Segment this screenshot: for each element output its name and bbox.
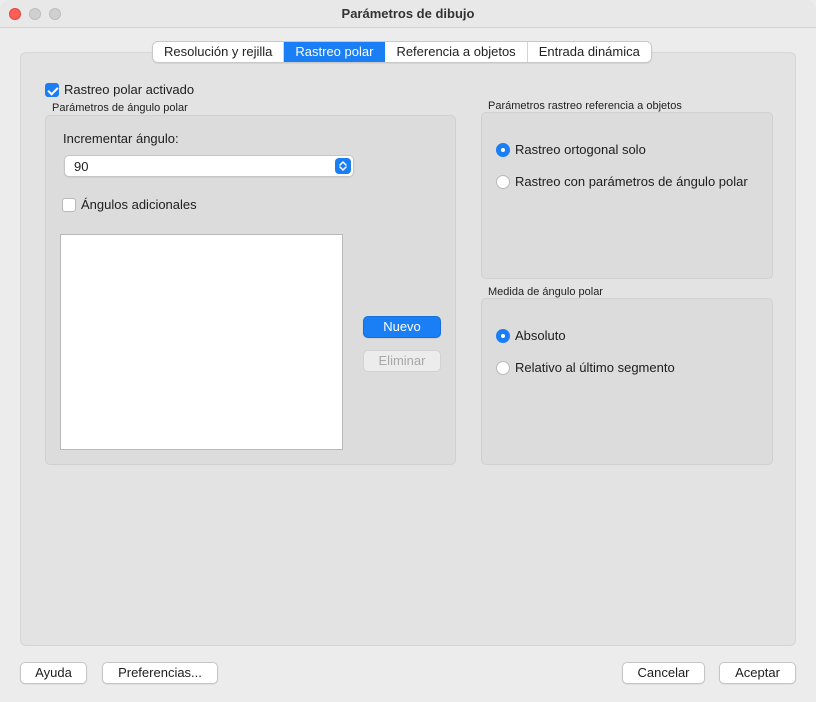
polar-measurement-group xyxy=(481,298,773,465)
select-arrows-icon xyxy=(335,158,351,174)
checkbox-checked-icon xyxy=(45,82,59,97)
relative-last-segment-radio[interactable]: Relativo al último segmento xyxy=(496,360,675,375)
polar-tracking-label: Rastreo polar activado xyxy=(64,82,195,97)
radio-unselected-icon xyxy=(496,360,510,375)
tab-polar-tracking[interactable]: Rastreo polar xyxy=(284,42,386,62)
tab-bar: Resolución y rejilla Rastreo polar Refer… xyxy=(152,41,652,63)
preferences-button[interactable]: Preferencias... xyxy=(102,662,218,684)
increment-angle-select[interactable]: 90 xyxy=(64,155,354,177)
additional-angles-label: Ángulos adicionales xyxy=(81,197,197,212)
radio-unselected-icon xyxy=(496,174,510,189)
increment-angle-value: 90 xyxy=(74,159,89,174)
additional-angles-checkbox[interactable]: Ángulos adicionales xyxy=(62,197,197,212)
polar-angle-tracking-label: Rastreo con parámetros de ángulo polar xyxy=(515,174,748,189)
absolute-label: Absoluto xyxy=(515,328,566,343)
tab-dynamic-input[interactable]: Entrada dinámica xyxy=(527,42,651,62)
polar-angle-group-label: Parámetros de ángulo polar xyxy=(52,102,188,114)
increment-angle-label: Incrementar ángulo: xyxy=(63,131,179,146)
delete-angle-button[interactable]: Eliminar xyxy=(363,350,441,372)
orthogonal-only-label: Rastreo ortogonal solo xyxy=(515,142,646,157)
tab-resolution-grid[interactable]: Resolución y rejilla xyxy=(153,42,285,62)
polar-angle-tracking-radio[interactable]: Rastreo con parámetros de ángulo polar xyxy=(496,174,748,189)
accept-button[interactable]: Aceptar xyxy=(719,662,796,684)
tab-object-snap[interactable]: Referencia a objetos xyxy=(385,42,528,62)
object-snap-tracking-group xyxy=(481,112,773,279)
radio-selected-icon xyxy=(496,142,510,157)
window-title: Parámetros de dibujo xyxy=(341,6,475,21)
orthogonal-only-radio[interactable]: Rastreo ortogonal solo xyxy=(496,142,646,157)
radio-selected-icon xyxy=(496,328,510,343)
additional-angles-list[interactable] xyxy=(60,234,343,450)
new-angle-button[interactable]: Nuevo xyxy=(363,316,441,338)
help-button[interactable]: Ayuda xyxy=(20,662,87,684)
drawing-settings-dialog: Parámetros de dibujo Resolución y rejill… xyxy=(0,0,816,702)
checkbox-unchecked-icon xyxy=(62,197,76,212)
titlebar: Parámetros de dibujo xyxy=(0,0,816,28)
object-snap-tracking-group-label: Parámetros rastreo referencia a objetos xyxy=(488,100,682,112)
polar-tracking-checkbox[interactable]: Rastreo polar activado xyxy=(45,82,194,97)
polar-measurement-group-label: Medida de ángulo polar xyxy=(488,286,603,298)
relative-last-segment-label: Relativo al último segmento xyxy=(515,360,675,375)
absolute-radio[interactable]: Absoluto xyxy=(496,328,566,343)
cancel-button[interactable]: Cancelar xyxy=(622,662,705,684)
